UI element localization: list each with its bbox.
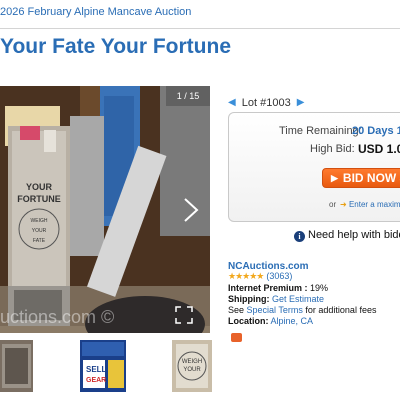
terms-suffix: for additional fees xyxy=(305,305,377,315)
thumbnail-scale-image xyxy=(0,340,33,392)
shipping-row: Shipping: Get Estimate xyxy=(228,294,324,304)
svg-text:WEIGH: WEIGH xyxy=(182,359,202,365)
svg-text:WEIGH: WEIGH xyxy=(31,218,48,224)
location-value[interactable]: Alpine, CA xyxy=(271,316,314,326)
buyers-premium-row: Internet Premium : 19% xyxy=(228,283,328,293)
seller-rating: ★★★★★ (3063) xyxy=(228,271,292,282)
time-remaining-value: 20 Days 11 xyxy=(352,125,400,137)
page-title: Your Fate Your Fortune xyxy=(0,35,232,58)
title-divider xyxy=(0,28,400,29)
svg-text:FATE: FATE xyxy=(33,238,46,244)
shipping-label: Shipping: xyxy=(228,294,270,304)
svg-text:YOUR: YOUR xyxy=(26,182,53,192)
max-bid-label: Enter a maximu xyxy=(348,200,400,209)
svg-text:SELL: SELL xyxy=(86,365,107,374)
photo-watermark: uctions.com © xyxy=(0,307,115,327)
thumbnail-auction-flyer-image: SELL GEAR xyxy=(80,340,126,392)
next-photo-arrow-icon[interactable] xyxy=(180,197,202,223)
previous-lot-icon[interactable]: ◀ xyxy=(228,97,236,108)
info-icon: i xyxy=(294,231,305,242)
svg-text:YOUR: YOUR xyxy=(32,228,47,234)
thumbnail-1[interactable] xyxy=(0,340,33,392)
terms-prefix: See xyxy=(228,305,245,315)
next-lot-icon[interactable]: ▶ xyxy=(297,97,305,108)
bid-now-label: BID NOW $ xyxy=(342,171,400,185)
high-bid-value: USD 1.0 xyxy=(358,142,400,156)
max-bid-link[interactable]: ➜ Enter a maximu xyxy=(340,200,400,209)
lot-number: Lot #1003 xyxy=(241,97,291,109)
expand-photo-icon[interactable] xyxy=(175,306,193,324)
location-row: Location: Alpine, CA xyxy=(228,316,313,326)
photo-counter: 1 / 15 xyxy=(166,86,210,106)
svg-text:YOUR: YOUR xyxy=(183,367,201,373)
lot-navigation: ◀ Lot #1003 ▶ xyxy=(228,97,304,109)
bid-now-button[interactable]: ▶ BID NOW $ xyxy=(322,168,400,188)
thumbnail-scale-closeup-image: WEIGH YOUR xyxy=(172,340,212,392)
time-remaining-label: Time Remaining: xyxy=(279,125,362,137)
report-flag-icon[interactable] xyxy=(231,333,242,342)
or-separator: or xyxy=(329,200,337,209)
terms-row: See Special Terms for additional fees xyxy=(228,305,376,315)
shipping-estimate-link[interactable]: Get Estimate xyxy=(272,294,324,304)
bidding-help-label: Need help with biddin xyxy=(308,229,400,241)
thumbnail-2[interactable]: SELL GEAR xyxy=(80,340,126,392)
svg-text:FORTUNE: FORTUNE xyxy=(17,194,61,204)
buyers-premium-label: Internet Premium : xyxy=(228,283,308,293)
star-rating-icon: ★★★★★ xyxy=(228,271,264,281)
lot-main-photo[interactable]: YOUR FORTUNE WEIGH YOUR FATE xyxy=(0,86,210,333)
arrow-right-icon: ➜ xyxy=(340,200,347,209)
svg-text:GEAR: GEAR xyxy=(86,377,106,384)
buyers-premium-value: 19% xyxy=(310,283,329,293)
thumbnail-3[interactable]: WEIGH YOUR xyxy=(172,340,212,392)
play-arrow-icon: ▶ xyxy=(331,173,338,183)
location-label: Location: xyxy=(228,316,269,326)
high-bid-label: High Bid: xyxy=(310,143,355,155)
breadcrumb[interactable]: 2026 February Alpine Mancave Auction xyxy=(0,6,191,18)
review-count-link[interactable]: (3063) xyxy=(266,271,292,281)
bidding-help-link[interactable]: iNeed help with biddin xyxy=(294,229,400,242)
fortune-scale-photo: YOUR FORTUNE WEIGH YOUR FATE xyxy=(0,86,210,333)
special-terms-link[interactable]: Special Terms xyxy=(247,305,303,315)
